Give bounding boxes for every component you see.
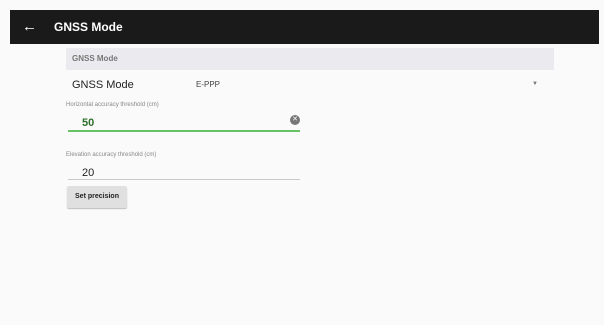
clear-icon[interactable]: ✕ <box>290 115 300 125</box>
elevation-threshold-label: Elevation accuracy threshold (cm) <box>66 152 157 158</box>
horizontal-threshold-input[interactable]: 50 <box>82 117 94 129</box>
section-header: GNSS Mode <box>66 48 554 70</box>
horizontal-threshold-underline <box>68 130 300 132</box>
set-precision-button[interactable]: Set precision <box>67 186 127 208</box>
page-title: GNSS Mode <box>54 20 123 34</box>
horizontal-threshold-label: Horizontal accuracy threshold (cm) <box>66 102 159 108</box>
top-app-bar: ← GNSS Mode <box>10 10 599 44</box>
gnss-mode-value[interactable]: E-PPP <box>196 80 220 89</box>
elevation-threshold-underline <box>68 179 300 180</box>
elevation-threshold-input[interactable]: 20 <box>82 167 94 179</box>
caret-down-icon[interactable]: ▼ <box>532 81 538 87</box>
arrow-back-icon[interactable]: ← <box>22 18 37 35</box>
gnss-mode-label: GNSS Mode <box>72 79 134 91</box>
settings-content: GNSS Mode GNSS Mode E-PPP ▼ Horizontal a… <box>10 44 599 325</box>
